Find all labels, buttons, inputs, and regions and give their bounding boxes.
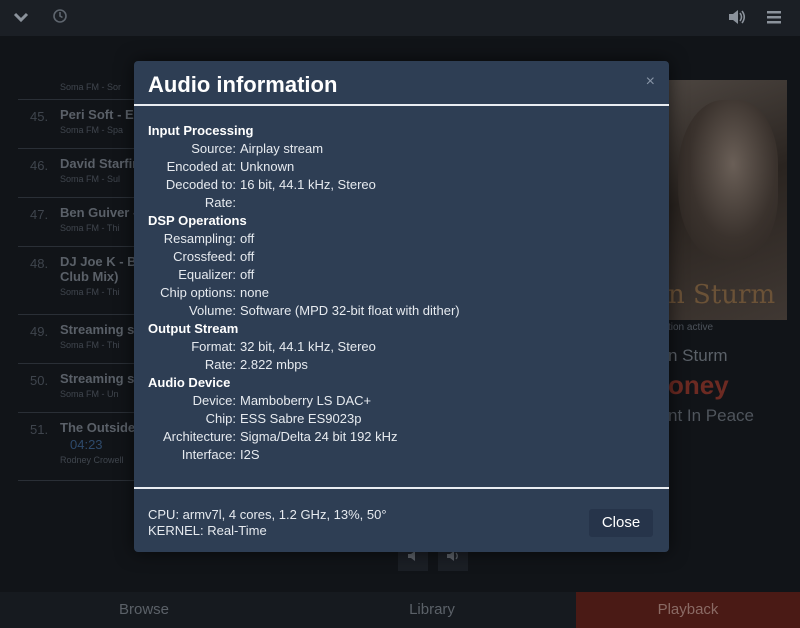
list-item-number: 49. bbox=[30, 324, 49, 339]
modal-header: Audio information × bbox=[134, 61, 669, 106]
list-item[interactable]: 50. Streaming so Soma FM - Un bbox=[18, 364, 148, 413]
info-value: Unknown bbox=[240, 159, 295, 174]
info-row-source: Source: Airplay stream bbox=[148, 140, 653, 158]
info-label: Crossfeed: bbox=[173, 249, 236, 264]
info-label: Encoded at: bbox=[166, 159, 236, 174]
info-label: Architecture: bbox=[163, 429, 236, 444]
info-label: Interface: bbox=[181, 447, 236, 462]
list-item-number: 48. bbox=[30, 256, 49, 271]
info-label: Rate: bbox=[204, 195, 236, 210]
menu-icon[interactable] bbox=[766, 8, 782, 31]
playlist: Soma FM - Sor 45. Peri Soft - Ex Soma FM… bbox=[18, 60, 148, 481]
info-value: 2.822 mbps bbox=[240, 357, 308, 372]
close-icon[interactable]: × bbox=[646, 73, 655, 91]
chevron-down-icon[interactable] bbox=[12, 8, 30, 31]
list-item-number: 47. bbox=[30, 207, 49, 222]
info-label: Device: bbox=[192, 393, 236, 408]
cover-art: n Sturm bbox=[668, 80, 787, 320]
info-row-format: Format: 32 bit, 44.1 kHz, Stereo bbox=[148, 338, 653, 356]
cover-text: n Sturm bbox=[668, 280, 776, 310]
modal-title: Audio information bbox=[148, 72, 338, 97]
list-item-number: 46. bbox=[30, 158, 49, 173]
list-item[interactable]: 51. The Outside 04:23 Rodney Crowell bbox=[18, 413, 148, 481]
info-value: Mamboberry LS DAC+ bbox=[240, 393, 372, 408]
info-value: ESS Sabre ES9023p bbox=[240, 411, 362, 426]
info-value: Software (MPD 32-bit float with dither) bbox=[240, 303, 460, 318]
audio-info-modal: Audio information × Input Processing Sou… bbox=[134, 61, 669, 552]
list-item[interactable]: 47. Ben Guiver - Soma FM - Thi bbox=[18, 198, 148, 247]
kernel-info: KERNEL: Real-Time bbox=[148, 523, 267, 538]
close-button[interactable]: Close bbox=[589, 509, 653, 537]
modal-footer: CPU: armv7l, 4 cores, 1.2 GHz, 13%, 50° … bbox=[134, 487, 669, 552]
tab-playback[interactable]: Playback bbox=[576, 592, 800, 628]
cpu-info: CPU: armv7l, 4 cores, 1.2 GHz, 13%, 50° bbox=[148, 507, 387, 522]
modal-body: Input Processing Source: Airplay stream E… bbox=[148, 122, 653, 464]
section-heading-dsp-operations: DSP Operations bbox=[148, 213, 247, 228]
clock-icon[interactable] bbox=[52, 8, 68, 29]
info-row-rate: Rate: bbox=[148, 194, 653, 212]
info-value: 16 bit, 44.1 kHz, Stereo bbox=[240, 177, 376, 192]
info-value: off bbox=[240, 249, 255, 264]
info-label: Rate: bbox=[204, 357, 236, 372]
list-item-number: 50. bbox=[30, 373, 49, 388]
info-value: off bbox=[240, 267, 255, 282]
info-row-resampling: Resampling: off bbox=[148, 230, 653, 248]
section-heading-input-processing: Input Processing bbox=[148, 123, 254, 138]
info-label: Chip options: bbox=[160, 285, 236, 300]
bottom-nav: Browse Library Playback bbox=[0, 592, 800, 628]
info-row-device: Device: Mamboberry LS DAC+ bbox=[148, 392, 653, 410]
list-item[interactable]: 49. Streaming so Soma FM - Thi bbox=[18, 315, 148, 364]
info-label: Volume: bbox=[189, 303, 236, 318]
info-row-interface: Interface: I2S bbox=[148, 446, 653, 464]
playback-status: tion active bbox=[668, 322, 714, 333]
info-value: Airplay stream bbox=[240, 141, 324, 156]
info-row-chip: Chip: ESS Sabre ES9023p bbox=[148, 410, 653, 428]
volume-icon[interactable] bbox=[727, 8, 747, 31]
info-label: Chip: bbox=[205, 411, 236, 426]
info-row-chip-options: Chip options: none bbox=[148, 284, 653, 302]
info-row-encoded-at: Encoded at: Unknown bbox=[148, 158, 653, 176]
list-item[interactable]: 48. DJ Joe K - Bo Club Mix) Soma FM - Th… bbox=[18, 247, 148, 315]
info-label: Decoded to: bbox=[165, 177, 236, 192]
playback-album: nt In Peace bbox=[668, 406, 755, 425]
info-label: Equalizer: bbox=[178, 267, 236, 282]
section-heading-audio-device: Audio Device bbox=[148, 375, 231, 390]
info-value: I2S bbox=[240, 447, 260, 462]
info-label: Resampling: bbox=[163, 231, 236, 246]
section-heading-output-stream: Output Stream bbox=[148, 321, 239, 336]
info-label: Format: bbox=[191, 339, 236, 354]
info-row-crossfeed: Crossfeed: off bbox=[148, 248, 653, 266]
top-bar bbox=[0, 0, 800, 36]
list-item-number: 51. bbox=[30, 422, 49, 437]
system-info: CPU: armv7l, 4 cores, 1.2 GHz, 13%, 50° … bbox=[148, 507, 387, 539]
list-item[interactable]: 45. Peri Soft - Ex Soma FM - Spa bbox=[18, 100, 148, 149]
cover-portrait bbox=[678, 100, 778, 260]
list-item-number: 45. bbox=[30, 109, 49, 124]
info-row-equalizer: Equalizer: off bbox=[148, 266, 653, 284]
list-item[interactable]: Soma FM - Sor bbox=[18, 60, 148, 100]
info-row-volume: Volume: Software (MPD 32-bit float with d… bbox=[148, 302, 653, 320]
info-row-architecture: Architecture: Sigma/Delta 24 bit 192 kHz bbox=[148, 428, 653, 446]
tab-library[interactable]: Library bbox=[288, 592, 576, 628]
info-value: none bbox=[240, 285, 269, 300]
info-row-output-rate: Rate: 2.822 mbps bbox=[148, 356, 653, 374]
playback-title: oney bbox=[668, 370, 729, 400]
info-value: off bbox=[240, 231, 255, 246]
list-item[interactable]: 46. David Starfir Soma FM - Sul bbox=[18, 149, 148, 198]
info-label: Source: bbox=[191, 141, 236, 156]
playback-artist: n Sturm bbox=[668, 346, 728, 365]
info-value: Sigma/Delta 24 bit 192 kHz bbox=[240, 429, 398, 444]
tab-browse[interactable]: Browse bbox=[0, 592, 288, 628]
info-row-decoded-to: Decoded to: 16 bit, 44.1 kHz, Stereo bbox=[148, 176, 653, 194]
info-value: 32 bit, 44.1 kHz, Stereo bbox=[240, 339, 376, 354]
